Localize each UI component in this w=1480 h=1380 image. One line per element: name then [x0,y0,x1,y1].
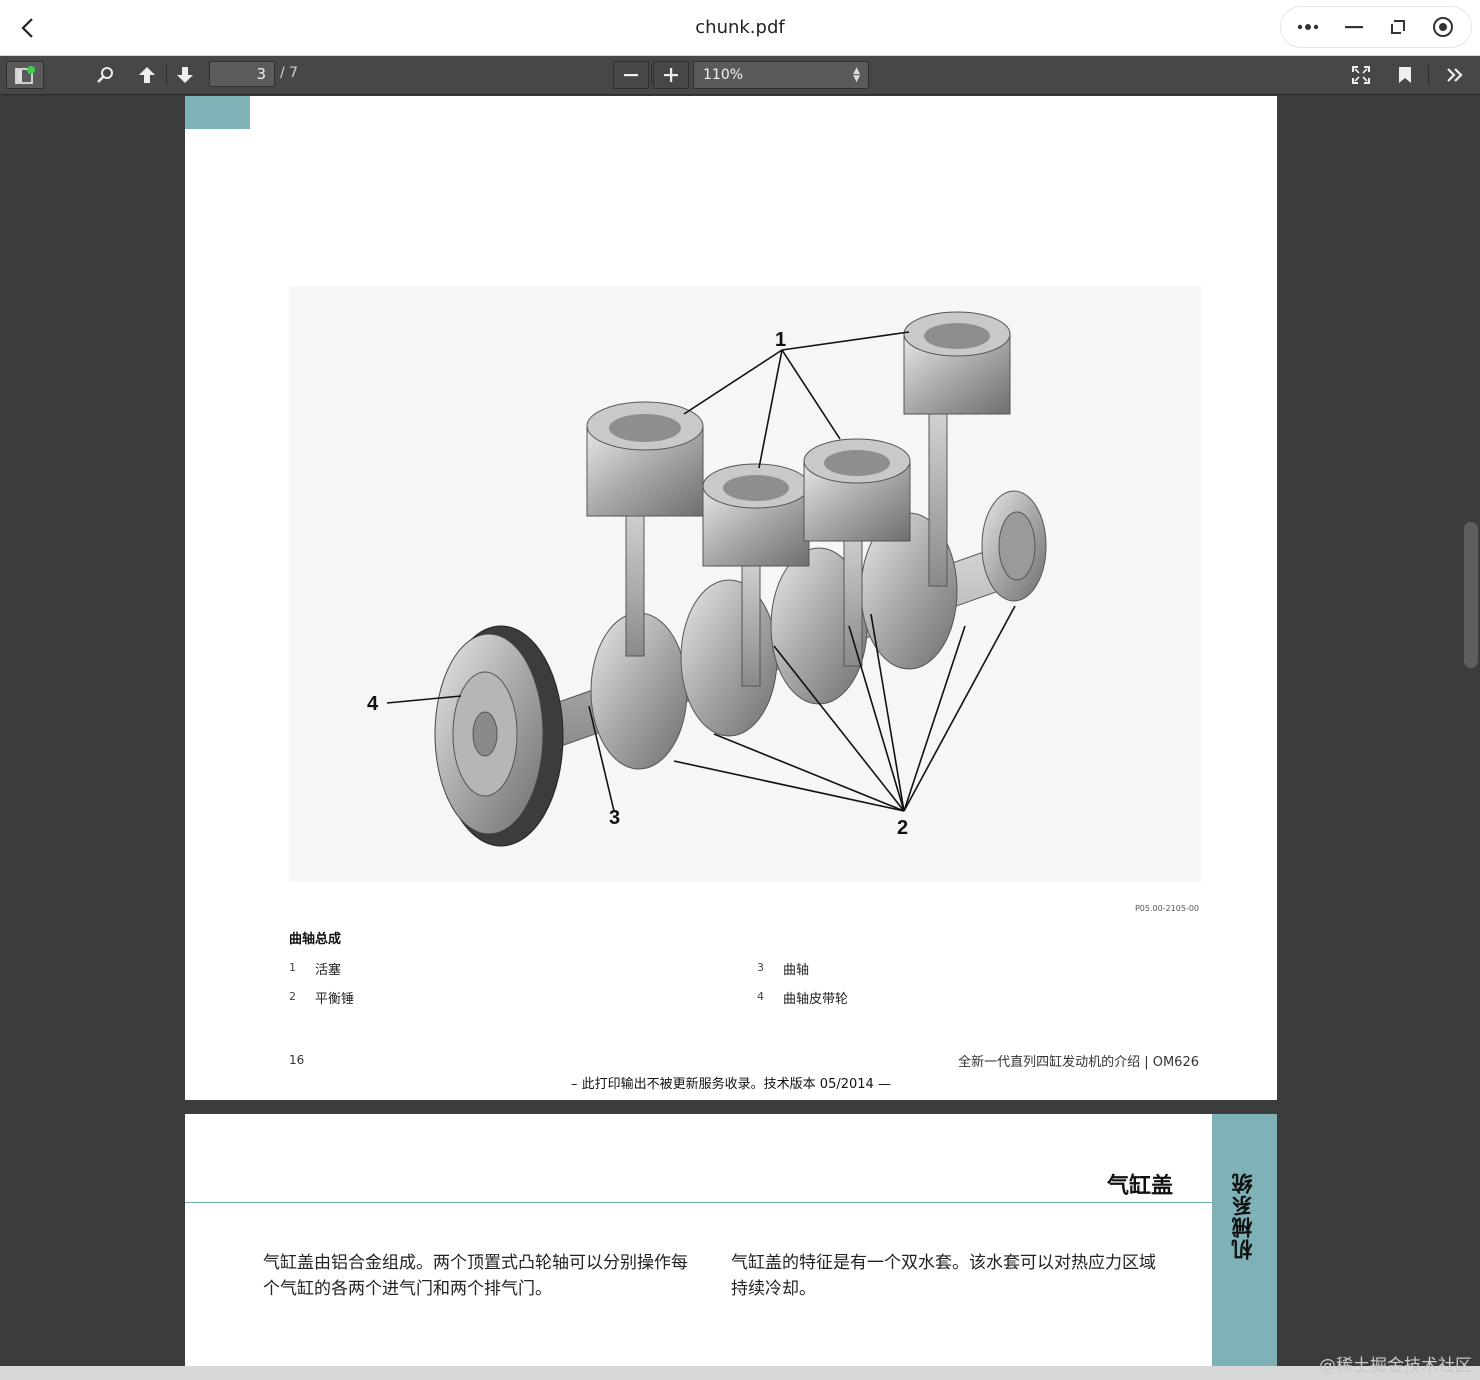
legend-number: 3 [757,961,764,974]
legend-number: 2 [289,990,296,1003]
find-button[interactable] [92,61,118,89]
bookmark-icon [1399,67,1411,83]
crankshaft-illustration: 1 2 3 4 [367,311,1047,847]
paragraph-left: 气缸盖由铝合金组成。两个顶置式凸轮轴可以分别操作每个气缸的各两个进气门和两个排气… [263,1253,688,1299]
legend-label: 曲轴皮带轮 [783,992,849,1007]
scrollbar-thumb[interactable] [1464,522,1478,668]
footer-title: 全新一代直列四缸发动机的介绍 | OM626 [958,1055,1199,1070]
legend-label: 曲轴 [783,963,810,978]
document-viewer[interactable]: 1 2 3 4 P05.00-2105-00 曲轴总成 1 活塞 2 平衡锤 3… [0,96,1480,1366]
more-button[interactable] [1292,12,1326,42]
piston-3 [803,438,911,542]
legend-number: 4 [757,990,764,1003]
figure-code: P05.00-2105-00 [1134,904,1199,913]
tools-button[interactable] [1440,61,1470,89]
page-count: / 7 [280,65,299,81]
sidebar-icon [15,66,35,84]
double-chevron-right-icon [1447,68,1463,82]
next-page-button[interactable] [172,61,198,89]
zoom-out-button[interactable] [613,61,649,89]
toolbar-separator [651,65,652,85]
presentation-mode-button[interactable] [1346,61,1376,89]
piston-2 [702,463,810,567]
crankshaft-figure: 1 2 3 4 [289,286,1201,882]
pulley [434,625,564,847]
arrow-down-icon [177,67,193,83]
paragraph-right: 气缸盖的特征是有一个双水套。该水套可以对热应力区域持续冷却。 [731,1253,1156,1299]
piston-4 [903,311,1011,415]
restore-icon [1391,20,1406,34]
close-button[interactable] [1426,12,1460,42]
search-icon [97,67,113,83]
record-circle-icon [1432,17,1453,37]
window-title: chunk.pdf [695,17,785,38]
figure-caption: 曲轴总成 [289,932,342,947]
toolbar-separator [1428,65,1429,85]
minus-icon [624,74,638,77]
arrow-up-icon [139,67,155,83]
pdf-page: 气缸盖 机械系统 气缸盖由铝合金组成。两个顶置式凸轮轴可以分别操作每个气缸的各两… [185,1114,1277,1366]
plus-icon [664,68,678,82]
more-dots-icon [1298,24,1319,30]
sidebar-toggle-button[interactable] [6,61,44,89]
legend-item: 2 平衡锤 [289,988,354,1007]
zoom-in-button[interactable] [653,61,689,89]
legend-item: 1 活塞 [289,959,341,978]
page-number: 16 [289,1053,305,1067]
title-bar: chunk.pdf [0,0,1480,56]
window-controls [1280,6,1472,48]
callout-2: 2 [897,817,908,839]
minimize-button[interactable] [1337,12,1371,42]
chapter-tab: 机械系统 [1212,1114,1277,1366]
toolbar-separator [166,65,167,85]
callout-3: 3 [609,807,620,829]
zoom-select[interactable]: 110% ▲ ▼ [693,61,869,89]
print-note: – 此打印输出不被更新服务收录。技术版本 05/2014 — [571,1077,891,1092]
legend-label: 平衡锤 [315,992,355,1007]
restore-button[interactable] [1381,12,1415,42]
bookmark-button[interactable] [1390,61,1420,89]
chapter-tab-label: 机械系统 [1231,1172,1255,1260]
horizontal-scrollbar[interactable] [0,1366,1480,1380]
section-divider [185,1202,1212,1203]
legend-item: 4 曲轴皮带轮 [757,988,848,1007]
watermark: @稀土掘金技术社区 [1319,1356,1472,1376]
page-number-input[interactable]: 3 [209,61,275,87]
vertical-scrollbar[interactable] [1462,96,1480,1366]
pdf-page: 1 2 3 4 P05.00-2105-00 曲轴总成 1 活塞 2 平衡锤 3… [185,96,1277,1100]
select-caret-icon: ▲ ▼ [853,66,860,84]
minimize-icon [1344,26,1363,29]
page-color-tab [185,96,250,129]
callout-1: 1 [775,329,786,351]
callout-4: 4 [367,693,379,715]
zoom-value: 110% [703,67,744,83]
legend-number: 1 [289,961,296,974]
section-title: 气缸盖 [1106,1174,1173,1199]
legend-label: 活塞 [315,963,342,978]
fullscreen-icon [1352,66,1370,84]
previous-page-button[interactable] [134,61,160,89]
piston-1 [586,401,704,517]
legend-item: 3 曲轴 [757,959,809,978]
